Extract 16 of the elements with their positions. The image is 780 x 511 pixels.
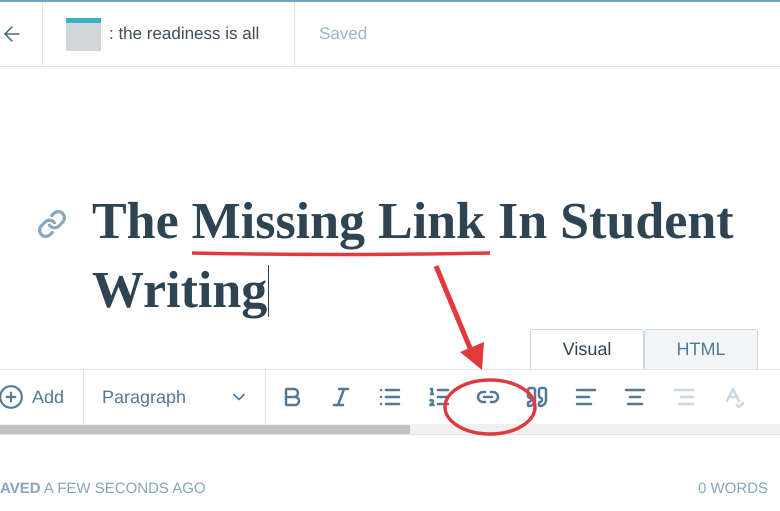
post-title: Writing <box>92 264 268 318</box>
site-switcher[interactable]: : the readiness is all <box>43 2 295 66</box>
save-status: Saved <box>319 23 368 46</box>
permalink-icon[interactable] <box>37 209 67 239</box>
scrollbar-thumb[interactable] <box>0 424 410 434</box>
plus-icon <box>0 384 24 410</box>
blog-title: : the readiness is all <box>109 23 260 46</box>
quote-icon <box>525 385 549 409</box>
text-cursor <box>268 264 270 316</box>
save-note: AVED A FEW SECONDS AGO <box>0 479 206 499</box>
blog-thumbnail <box>66 18 101 50</box>
editor-tab[interactable]: Visual <box>530 329 644 369</box>
numbered-list-icon <box>427 385 451 409</box>
post-title: The Missing Link In Student <box>92 194 734 248</box>
editor-tab[interactable]: HTML <box>644 329 758 369</box>
word-count: 0 WORDS <box>698 479 768 499</box>
